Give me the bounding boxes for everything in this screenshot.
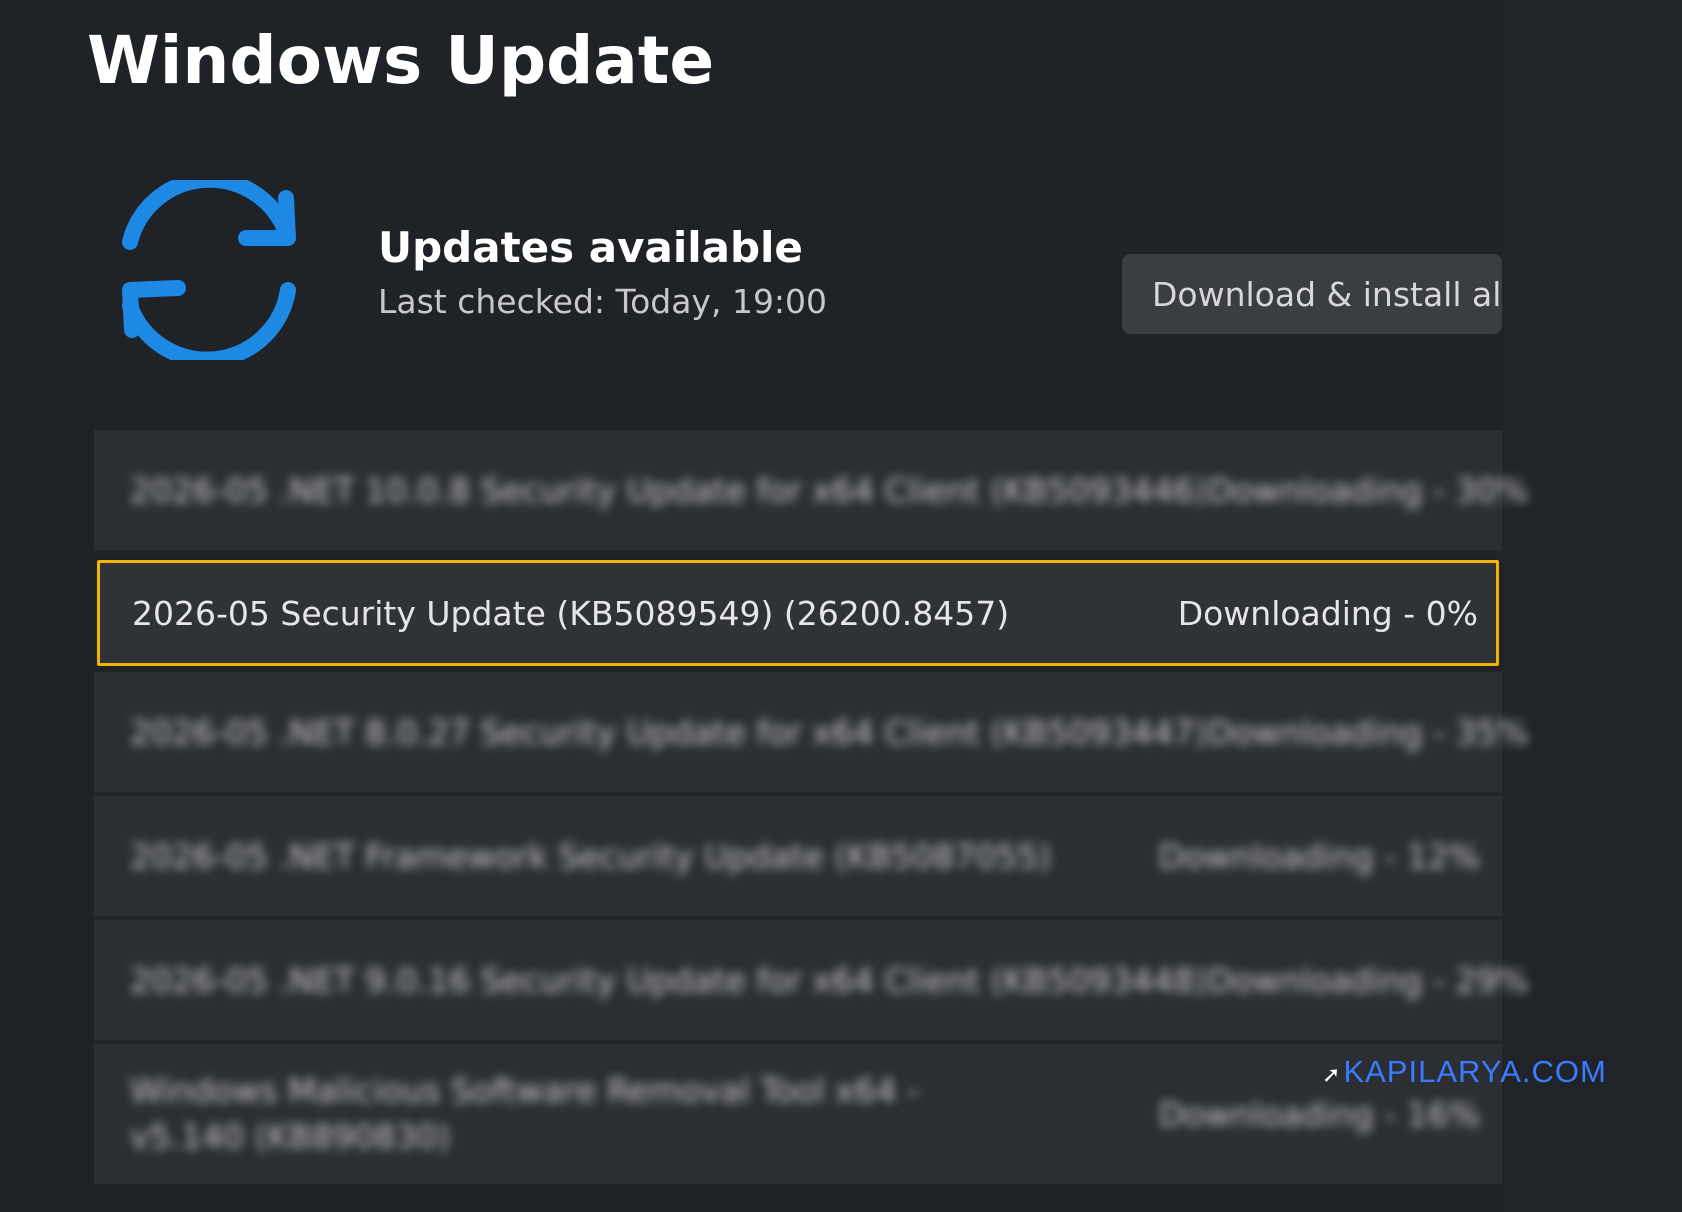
watermark-text: KAPILARYA.COM xyxy=(1343,1054,1607,1089)
update-name: 2026-05 Security Update (KB5089549) (262… xyxy=(132,593,1010,633)
download-install-all-button[interactable]: Download & install all xyxy=(1122,254,1502,334)
update-name: Windows Malicious Software Removal Tool … xyxy=(130,1071,919,1156)
update-row[interactable]: Windows Malicious Software Removal Tool … xyxy=(94,1044,1502,1184)
update-status: Downloading - 12% xyxy=(1158,836,1480,876)
update-status-block: Updates available Last checked: Today, 1… xyxy=(378,222,827,326)
cursor-arrow-icon: ➚ xyxy=(1322,1062,1342,1087)
update-status: Downloading - 29% xyxy=(1207,960,1529,1000)
page-title: Windows Update xyxy=(87,22,715,99)
update-status: Downloading - 35% xyxy=(1207,712,1529,752)
update-status: Downloading - 0% xyxy=(1177,593,1478,633)
update-status: Downloading - 30% xyxy=(1207,470,1529,510)
update-name: 2026-05 .NET 9.0.16 Security Update for … xyxy=(130,960,1208,1000)
update-row[interactable]: 2026-05 .NET Framework Security Update (… xyxy=(94,796,1502,920)
update-name: 2026-05 .NET 8.0.27 Security Update for … xyxy=(130,712,1208,752)
update-name: 2026-05 .NET Framework Security Update (… xyxy=(130,836,1052,876)
updates-list: 2026-05 .NET 10.0.8 Security Update for … xyxy=(94,430,1529,1184)
last-checked-text: Last checked: Today, 19:00 xyxy=(378,282,828,321)
watermark-logo: ➚KAPILARYA.COM xyxy=(1322,1054,1607,1090)
update-row[interactable]: 2026-05 .NET 8.0.27 Security Update for … xyxy=(94,672,1529,796)
update-row[interactable]: 2026-05 .NET 10.0.8 Security Update for … xyxy=(94,430,1529,554)
update-status: Downloading - 16% xyxy=(1158,1094,1480,1134)
sync-icon xyxy=(118,171,308,368)
background-strip xyxy=(1502,0,1682,1212)
update-name: 2026-05 .NET 10.0.8 Security Update for … xyxy=(130,470,1208,510)
status-title: Updates available xyxy=(378,223,803,272)
update-row[interactable]: 2026-05 .NET 9.0.16 Security Update for … xyxy=(94,920,1529,1044)
update-row-highlighted[interactable]: 2026-05 Security Update (KB5089549) (262… xyxy=(97,560,1499,666)
